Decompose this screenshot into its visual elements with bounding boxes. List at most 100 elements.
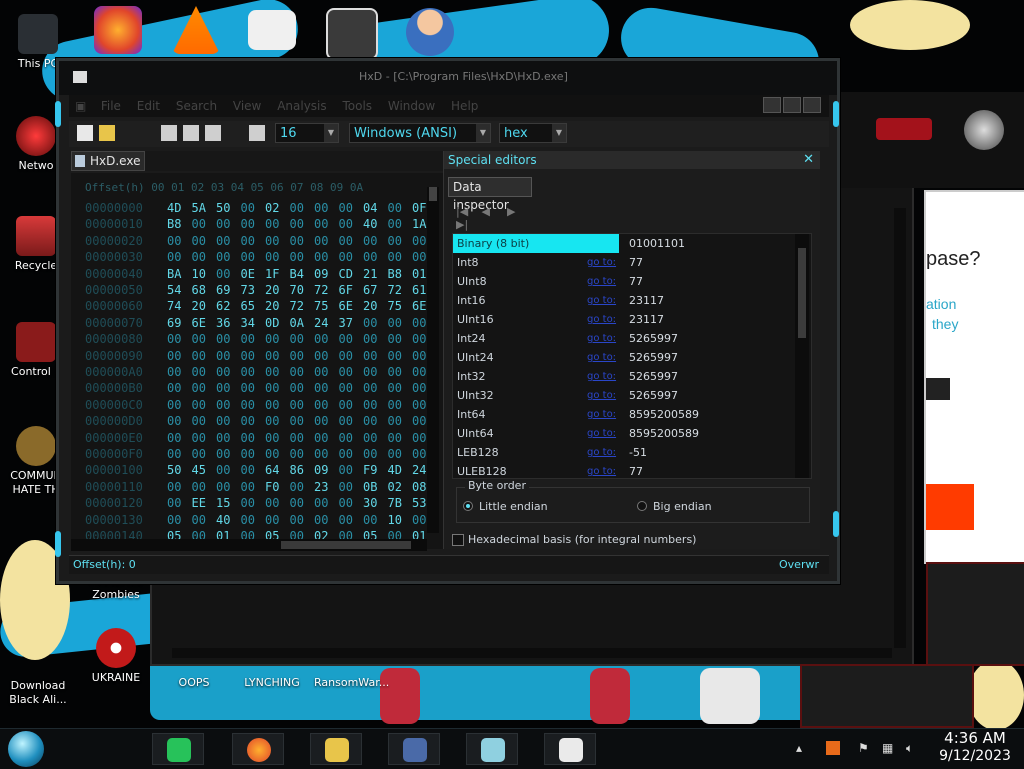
vlc-tray-icon[interactable] [826,741,840,755]
hex-byte[interactable]: 00 [192,414,217,428]
hex-byte[interactable]: 00 [265,447,290,461]
hex-row[interactable]: 000000E0 00 00 00 00 00 00 00 00 00 00 00 [85,431,437,447]
inspector-row[interactable]: UInt16 go to: 23117 [453,310,795,329]
hex-byte[interactable]: 30 [363,496,388,510]
hex-byte[interactable]: 00 [363,398,388,412]
hex-byte[interactable]: 04 [363,201,388,215]
maze-app-icon[interactable] [326,8,378,60]
hex-byte[interactable]: 70 [290,283,315,297]
status-mode[interactable]: Overwr [779,558,819,571]
hex-byte[interactable]: 00 [290,513,315,527]
hex-byte[interactable]: 00 [363,332,388,346]
inspector-value[interactable]: 5265997 [629,329,678,348]
hex-byte[interactable]: 00 [339,463,364,477]
hex-byte[interactable]: 00 [363,513,388,527]
goto-link[interactable]: go to: [587,462,616,478]
hex-byte[interactable]: F0 [265,480,290,494]
menu-file[interactable]: File [95,95,127,113]
hex-byte[interactable]: 00 [388,332,413,346]
hex-byte[interactable]: 6F [339,283,364,297]
hex-row[interactable]: 000000A0 00 00 00 00 00 00 00 00 00 00 00 [85,365,437,381]
hex-byte[interactable]: 00 [290,332,315,346]
hex-byte[interactable]: 00 [265,365,290,379]
inspector-row[interactable]: UInt8 go to: 77 [453,272,795,291]
hex-byte[interactable]: 0E [241,267,266,281]
hex-byte[interactable]: 4D [167,201,192,215]
hex-byte[interactable]: 00 [241,217,266,231]
scroll-thumb[interactable] [281,541,411,549]
goto-link[interactable]: go to: [587,253,616,272]
browser-input[interactable] [926,378,950,400]
hex-byte[interactable]: 00 [216,365,241,379]
hex-byte[interactable]: 00 [290,496,315,510]
hex-byte[interactable]: 20 [265,299,290,313]
hex-byte[interactable]: 00 [167,513,192,527]
close-icon[interactable]: ✕ [803,151,814,169]
inspector-value[interactable]: 77 [629,253,643,272]
inspector-value[interactable]: 5265997 [629,348,678,367]
inspector-row[interactable]: Int32 go to: 5265997 [453,367,795,386]
hex-byte[interactable]: 00 [388,201,413,215]
hex-byte[interactable]: 75 [388,299,413,313]
hex-byte[interactable]: 69 [167,316,192,330]
hex-byte[interactable]: 75 [314,299,339,313]
hex-byte[interactable]: 00 [363,431,388,445]
hex-byte[interactable]: 00 [290,447,315,461]
hex-byte[interactable]: 50 [216,201,241,215]
hex-byte[interactable]: 00 [192,217,217,231]
hex-byte[interactable]: 20 [192,299,217,313]
hex-row[interactable]: 000000C0 00 00 00 00 00 00 00 00 00 00 00 [85,398,437,414]
hex-byte[interactable]: 72 [388,283,413,297]
inspector-row[interactable]: Int24 go to: 5265997 [453,329,795,348]
hex-byte[interactable]: 00 [339,513,364,527]
hex-row[interactable]: 00000070 69 6E 36 34 0D 0A 24 37 00 00 00 [85,316,437,332]
hex-byte[interactable]: 62 [216,299,241,313]
hex-byte[interactable]: 6E [339,299,364,313]
hex-byte[interactable]: 00 [216,332,241,346]
goto-link[interactable]: go to: [587,386,616,405]
hex-byte[interactable]: 00 [167,381,192,395]
hxd-icon[interactable] [248,10,296,50]
hex-byte[interactable]: 5A [192,201,217,215]
goto-link[interactable]: go to: [587,405,616,424]
hex-byte[interactable]: 00 [314,414,339,428]
little-endian-radio[interactable]: Little endian [463,500,548,513]
hex-byte[interactable]: 00 [388,398,413,412]
hex-byte[interactable]: 6E [192,316,217,330]
inspector-value[interactable]: 77 [629,272,643,291]
hex-byte[interactable]: 00 [265,398,290,412]
hex-byte[interactable]: 00 [363,365,388,379]
hex-row[interactable]: 00000030 00 00 00 00 00 00 00 00 00 00 00 [85,250,437,266]
hex-byte[interactable]: 00 [363,447,388,461]
bytes-per-row-select[interactable]: 16 ▼ [275,123,339,143]
open-disk-icon[interactable] [161,125,177,141]
hex-byte[interactable]: 00 [216,431,241,445]
hex-row[interactable]: 00000040 BA 10 00 0E 1F B4 09 CD 21 B8 01 [85,267,437,283]
previous-icon[interactable]: ◀ [482,205,504,218]
desktop-icon-ransomware[interactable]: RansomWar... [314,676,389,690]
hex-byte[interactable]: 00 [339,447,364,461]
hex-byte[interactable]: 00 [241,496,266,510]
hex-byte[interactable]: 00 [265,513,290,527]
hex-byte[interactable]: 68 [192,283,217,297]
hex-byte[interactable]: 00 [290,250,315,264]
inspector-value[interactable]: 23117 [629,291,664,310]
hex-byte[interactable]: 00 [265,234,290,248]
hex-byte[interactable]: 00 [339,414,364,428]
hex-byte[interactable]: 00 [192,398,217,412]
hex-row[interactable]: 00000090 00 00 00 00 00 00 00 00 00 00 00 [85,349,437,365]
hex-byte[interactable]: 00 [314,332,339,346]
inspector-row[interactable]: Int8 go to: 77 [453,253,795,272]
hex-byte[interactable]: BA [167,267,192,281]
doctor-icon[interactable] [406,8,454,56]
hex-byte[interactable]: 00 [339,349,364,363]
hex-byte[interactable]: 00 [241,398,266,412]
hex-byte[interactable]: 67 [363,283,388,297]
hex-byte[interactable]: 00 [167,496,192,510]
hex-byte[interactable]: 73 [241,283,266,297]
hex-row[interactable]: 00000050 54 68 69 73 20 70 72 6F 67 72 61 [85,283,437,299]
horizontal-scrollbar[interactable] [172,648,892,658]
taskbar-app-firefox[interactable] [232,733,284,765]
inspector-value[interactable]: 5265997 [629,386,678,405]
hex-byte[interactable]: 00 [167,398,192,412]
